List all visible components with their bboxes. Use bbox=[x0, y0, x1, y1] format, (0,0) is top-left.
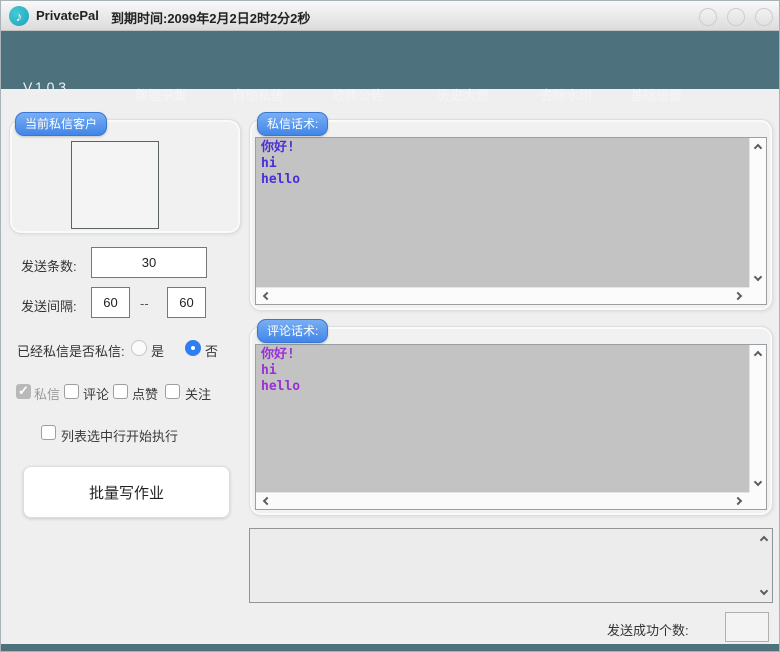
checkbox-list-start-label[interactable]: 列表选中行开始执行 bbox=[61, 426, 178, 445]
checkbox-dm[interactable] bbox=[16, 384, 31, 399]
scroll-down-icon[interactable] bbox=[759, 587, 767, 595]
app-title: PrivatePal bbox=[36, 8, 99, 23]
checkbox-follow-label[interactable]: 关注 bbox=[185, 384, 211, 403]
titlebar: ♪ PrivatePal 到期时间:2099年2月2日2时2分2秒 bbox=[1, 1, 779, 31]
send-count-label: 发送条数: bbox=[21, 256, 77, 275]
scroll-right-icon[interactable] bbox=[734, 497, 742, 505]
checkbox-follow[interactable] bbox=[165, 384, 180, 399]
navbar: V.1.0.3 数据采集 自动私信 软件公告 历史大哥 去除水印 基础设置 bbox=[1, 31, 779, 89]
comment-scripts-textarea[interactable]: 你好! hi hello bbox=[255, 344, 767, 510]
log-vertical-scrollbar[interactable] bbox=[755, 529, 772, 602]
minimize-button[interactable] bbox=[699, 8, 717, 26]
current-customer-badge: 当前私信客户 bbox=[15, 112, 107, 136]
comment-line: hi bbox=[261, 363, 744, 379]
dm-scripts-content[interactable]: 你好! hi hello bbox=[256, 138, 749, 287]
radio-no[interactable] bbox=[185, 340, 201, 356]
dm-scripts-textarea[interactable]: 你好! hi hello bbox=[255, 137, 767, 305]
comment-line: hello bbox=[261, 379, 744, 395]
tab-data-collection[interactable]: 数据采集 bbox=[135, 85, 187, 104]
close-button[interactable] bbox=[755, 8, 773, 26]
comment-horizontal-scrollbar[interactable] bbox=[256, 492, 749, 509]
interval-min-input[interactable] bbox=[91, 287, 130, 318]
tab-remove-watermark[interactable]: 去除水印 bbox=[540, 85, 592, 104]
checkbox-comment-label[interactable]: 评论 bbox=[83, 384, 109, 403]
checkbox-comment[interactable] bbox=[64, 384, 79, 399]
scroll-up-icon[interactable] bbox=[754, 144, 762, 152]
comment-scripts-content[interactable]: 你好! hi hello bbox=[256, 345, 749, 492]
checkbox-dm-label[interactable]: 私信 bbox=[34, 384, 60, 403]
scroll-up-icon[interactable] bbox=[754, 351, 762, 359]
radio-yes-label[interactable]: 是 bbox=[151, 341, 164, 360]
send-count-input[interactable] bbox=[91, 247, 207, 278]
success-count-input bbox=[725, 612, 769, 642]
radio-no-label[interactable]: 否 bbox=[205, 341, 218, 360]
tab-auto-dm[interactable]: 自动私信 bbox=[232, 85, 284, 104]
scroll-left-icon[interactable] bbox=[263, 292, 271, 300]
tab-software-notice[interactable]: 软件公告 bbox=[332, 85, 384, 104]
checkbox-like-label[interactable]: 点赞 bbox=[132, 384, 158, 403]
version-label: V.1.0.3 bbox=[23, 79, 66, 95]
scroll-left-icon[interactable] bbox=[263, 497, 271, 505]
checkbox-list-start[interactable] bbox=[41, 425, 56, 440]
comment-line: 你好! bbox=[261, 347, 744, 363]
batch-write-button[interactable]: 批量写作业 bbox=[23, 466, 230, 518]
scroll-right-icon[interactable] bbox=[734, 292, 742, 300]
dm-line: hello bbox=[261, 172, 744, 188]
interval-max-input[interactable] bbox=[167, 287, 206, 318]
maximize-button[interactable] bbox=[727, 8, 745, 26]
scroll-down-icon[interactable] bbox=[754, 478, 762, 486]
dm-line: 你好! bbox=[261, 140, 744, 156]
footer-strip bbox=[1, 644, 779, 652]
scroll-up-icon[interactable] bbox=[759, 536, 767, 544]
send-interval-label: 发送间隔: bbox=[21, 296, 77, 315]
scroll-down-icon[interactable] bbox=[754, 273, 762, 281]
tab-basic-settings[interactable]: 基础设置 bbox=[630, 85, 682, 104]
dm-scripts-badge: 私信话术: bbox=[257, 112, 328, 136]
comment-scripts-badge: 评论话术: bbox=[257, 319, 328, 343]
customer-avatar-box bbox=[71, 141, 159, 229]
checkbox-like[interactable] bbox=[113, 384, 128, 399]
expiry-time-label: 到期时间:2099年2月2日2时2分2秒 bbox=[111, 8, 310, 27]
resend-question-label: 已经私信是否私信: bbox=[17, 341, 125, 360]
interval-separator: -- bbox=[140, 296, 149, 311]
comment-vertical-scrollbar[interactable] bbox=[749, 345, 766, 492]
dm-horizontal-scrollbar[interactable] bbox=[256, 287, 749, 304]
radio-yes[interactable] bbox=[131, 340, 147, 356]
log-box[interactable] bbox=[249, 528, 773, 603]
dm-line: hi bbox=[261, 156, 744, 172]
app-logo-music-note-icon: ♪ bbox=[9, 6, 29, 26]
app-window: ♪ PrivatePal 到期时间:2099年2月2日2时2分2秒 V.1.0.… bbox=[0, 0, 780, 652]
success-count-label: 发送成功个数: bbox=[607, 620, 689, 639]
dm-vertical-scrollbar[interactable] bbox=[749, 138, 766, 287]
tab-history[interactable]: 历史大哥 bbox=[437, 85, 489, 104]
